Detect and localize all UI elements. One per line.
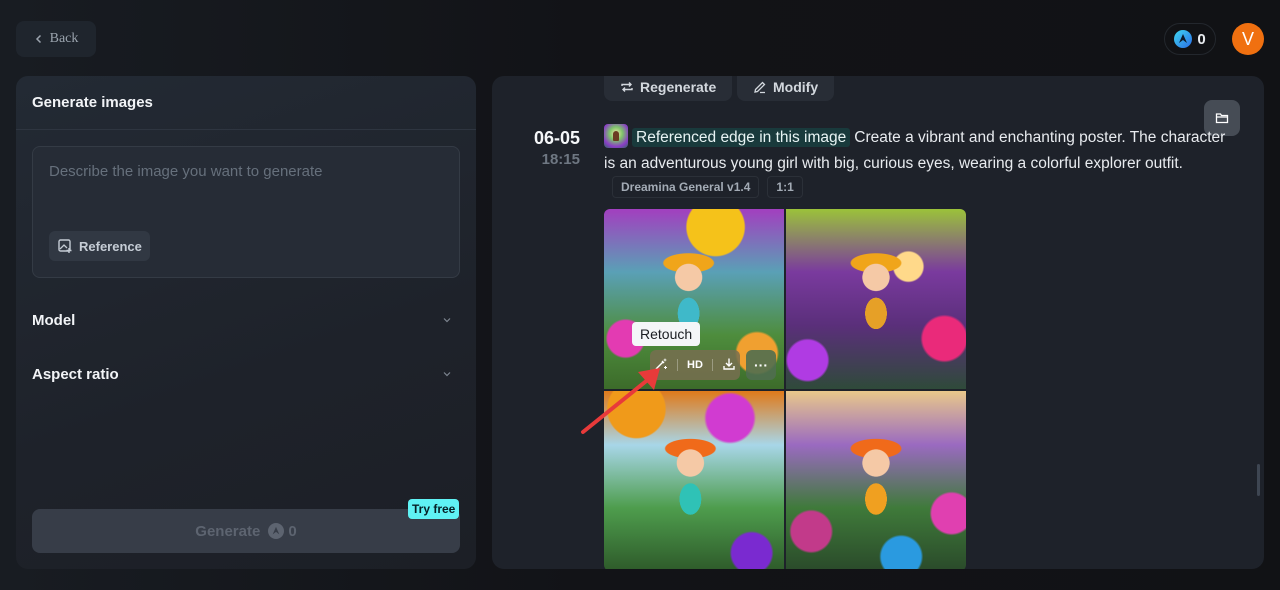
reference-thumbnail[interactable] xyxy=(604,124,628,148)
ratio-tag: 1:1 xyxy=(767,176,803,198)
entry-time: 18:15 xyxy=(541,151,580,168)
more-options-button[interactable]: ··· xyxy=(746,350,776,380)
avatar[interactable]: V xyxy=(1232,23,1264,55)
toolbar-divider xyxy=(677,359,679,371)
back-button[interactable]: Back xyxy=(16,21,96,57)
credits-count: 0 xyxy=(1197,30,1206,48)
regenerate-label: Regenerate xyxy=(640,78,717,95)
entry-prompt: Referenced edge in this image Create a vi… xyxy=(604,124,1234,177)
retouch-tooltip: Retouch xyxy=(632,322,701,346)
reference-button[interactable]: Reference xyxy=(49,231,150,261)
reference-label: Reference xyxy=(79,238,142,254)
aspect-ratio-select[interactable]: Aspect ratio xyxy=(32,362,452,386)
model-label: Model xyxy=(32,311,76,329)
generate-label: Generate xyxy=(195,522,261,540)
image-grid xyxy=(604,209,966,569)
modify-label: Modify xyxy=(773,78,819,95)
download-icon xyxy=(722,358,735,370)
credit-icon xyxy=(268,523,285,539)
try-free-badge: Try free xyxy=(408,499,460,519)
toolbar-divider xyxy=(711,359,713,371)
model-tag: Dreamina General v1.4 xyxy=(612,176,760,198)
entry-tags: Dreamina General v1.4 1:1 xyxy=(612,176,803,198)
generated-image[interactable] xyxy=(604,391,784,569)
back-label: Back xyxy=(49,31,79,46)
generated-image[interactable] xyxy=(786,391,966,569)
scrollbar[interactable] xyxy=(1257,464,1260,496)
prompt-box: Reference xyxy=(32,146,460,278)
pencil-icon xyxy=(754,81,766,93)
generate-button[interactable]: Generate 0 xyxy=(32,509,460,553)
regenerate-icon xyxy=(621,81,633,92)
results-panel: Regenerate Modify 06-05 18:15 Referenced… xyxy=(492,76,1264,569)
model-select[interactable]: Model xyxy=(32,308,452,332)
credits-badge[interactable]: 0 xyxy=(1164,23,1216,55)
prompt-input[interactable] xyxy=(49,163,445,180)
regenerate-button[interactable]: Regenerate xyxy=(604,76,733,101)
image-add-icon xyxy=(58,239,72,253)
entry-date: 06-05 xyxy=(533,128,580,148)
hd-button[interactable]: HD xyxy=(687,359,703,371)
download-button[interactable] xyxy=(722,357,736,374)
generate-cost: 0 xyxy=(268,522,297,540)
generate-panel: Generate images Reference Model Aspect r… xyxy=(16,76,476,569)
magic-wand-icon xyxy=(655,357,668,369)
folder-icon xyxy=(1215,113,1229,124)
aspect-ratio-label: Aspect ratio xyxy=(32,365,119,383)
reference-chip[interactable]: Referenced edge in this image xyxy=(632,128,851,147)
generate-cost-value: 0 xyxy=(288,522,297,540)
credit-icon xyxy=(1174,30,1193,48)
generated-image[interactable] xyxy=(786,209,966,389)
panel-title: Generate images xyxy=(16,76,476,130)
entry-timestamp: 06-05 18:15 xyxy=(512,128,580,168)
modify-button[interactable]: Modify xyxy=(737,76,835,101)
chevron-down-icon xyxy=(443,318,451,323)
chevron-left-icon xyxy=(35,34,41,44)
image-toolbar: HD xyxy=(650,350,740,380)
retouch-button[interactable] xyxy=(654,357,668,374)
chevron-down-icon xyxy=(443,372,451,377)
